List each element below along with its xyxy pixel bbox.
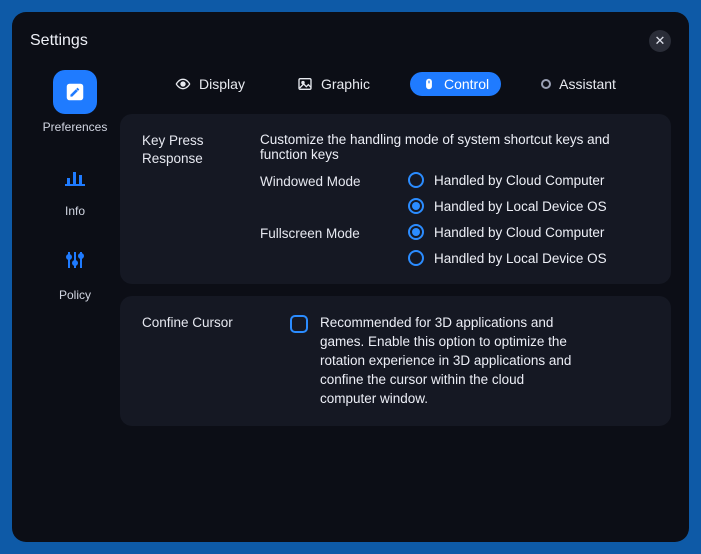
settings-window: Settings ✕ Preferences [12, 12, 689, 542]
windowed-options: Handled by Cloud Computer Handled by Loc… [408, 172, 607, 214]
window-title: Settings [30, 32, 88, 50]
confine-cursor-checkbox[interactable] [290, 315, 308, 333]
fullscreen-opt-cloud[interactable]: Handled by Cloud Computer [408, 224, 607, 240]
tab-control[interactable]: Control [410, 72, 501, 96]
mouse-icon [422, 77, 436, 91]
tabs: Display Graphic [120, 62, 671, 106]
preferences-icon [53, 70, 97, 114]
policy-icon [53, 238, 97, 282]
image-icon [297, 76, 313, 92]
dot-icon [541, 79, 551, 89]
sidebar-item-label: Policy [59, 288, 91, 302]
sidebar-item-policy[interactable]: Policy [53, 238, 97, 302]
tab-label: Graphic [321, 76, 370, 92]
fullscreen-options: Handled by Cloud Computer Handled by Loc… [408, 224, 607, 266]
radio-icon [408, 172, 424, 188]
sidebar-item-label: Preferences [43, 120, 108, 134]
main-area: Display Graphic [120, 62, 671, 524]
radio-icon [408, 198, 424, 214]
fullscreen-mode-label: Fullscreen Mode [260, 224, 390, 266]
option-label: Handled by Local Device OS [434, 199, 607, 214]
windowed-opt-cloud[interactable]: Handled by Cloud Computer [408, 172, 607, 188]
tab-display[interactable]: Display [163, 72, 257, 96]
info-icon [53, 154, 97, 198]
sidebar-item-info[interactable]: Info [53, 154, 97, 218]
confine-description: Recommended for 3D applications and game… [320, 314, 580, 408]
windowed-opt-local[interactable]: Handled by Local Device OS [408, 198, 607, 214]
section-confine-cursor: Confine Cursor Recommended for 3D applic… [120, 296, 671, 426]
confine-title: Confine Cursor [142, 314, 272, 408]
radio-icon [408, 224, 424, 240]
option-label: Handled by Cloud Computer [434, 173, 604, 188]
tab-graphic[interactable]: Graphic [285, 72, 382, 96]
fullscreen-opt-local[interactable]: Handled by Local Device OS [408, 250, 607, 266]
keypress-description: Customize the handling mode of system sh… [260, 132, 649, 162]
tab-assistant[interactable]: Assistant [529, 72, 628, 96]
sidebar-item-label: Info [65, 204, 85, 218]
close-icon: ✕ [655, 33, 666, 49]
eye-icon [175, 76, 191, 92]
windowed-mode-label: Windowed Mode [260, 172, 390, 214]
section-keypress: Key Press Response Customize the handlin… [120, 114, 671, 284]
option-label: Handled by Cloud Computer [434, 225, 604, 240]
tab-label: Display [199, 76, 245, 92]
tab-label: Assistant [559, 76, 616, 92]
close-button[interactable]: ✕ [649, 30, 671, 52]
option-label: Handled by Local Device OS [434, 251, 607, 266]
tab-label: Control [444, 76, 489, 92]
radio-icon [408, 250, 424, 266]
sidebar: Preferences Info [30, 62, 120, 524]
sidebar-item-preferences[interactable]: Preferences [43, 70, 108, 134]
keypress-title: Key Press Response [142, 132, 242, 266]
titlebar: Settings ✕ [30, 28, 671, 54]
